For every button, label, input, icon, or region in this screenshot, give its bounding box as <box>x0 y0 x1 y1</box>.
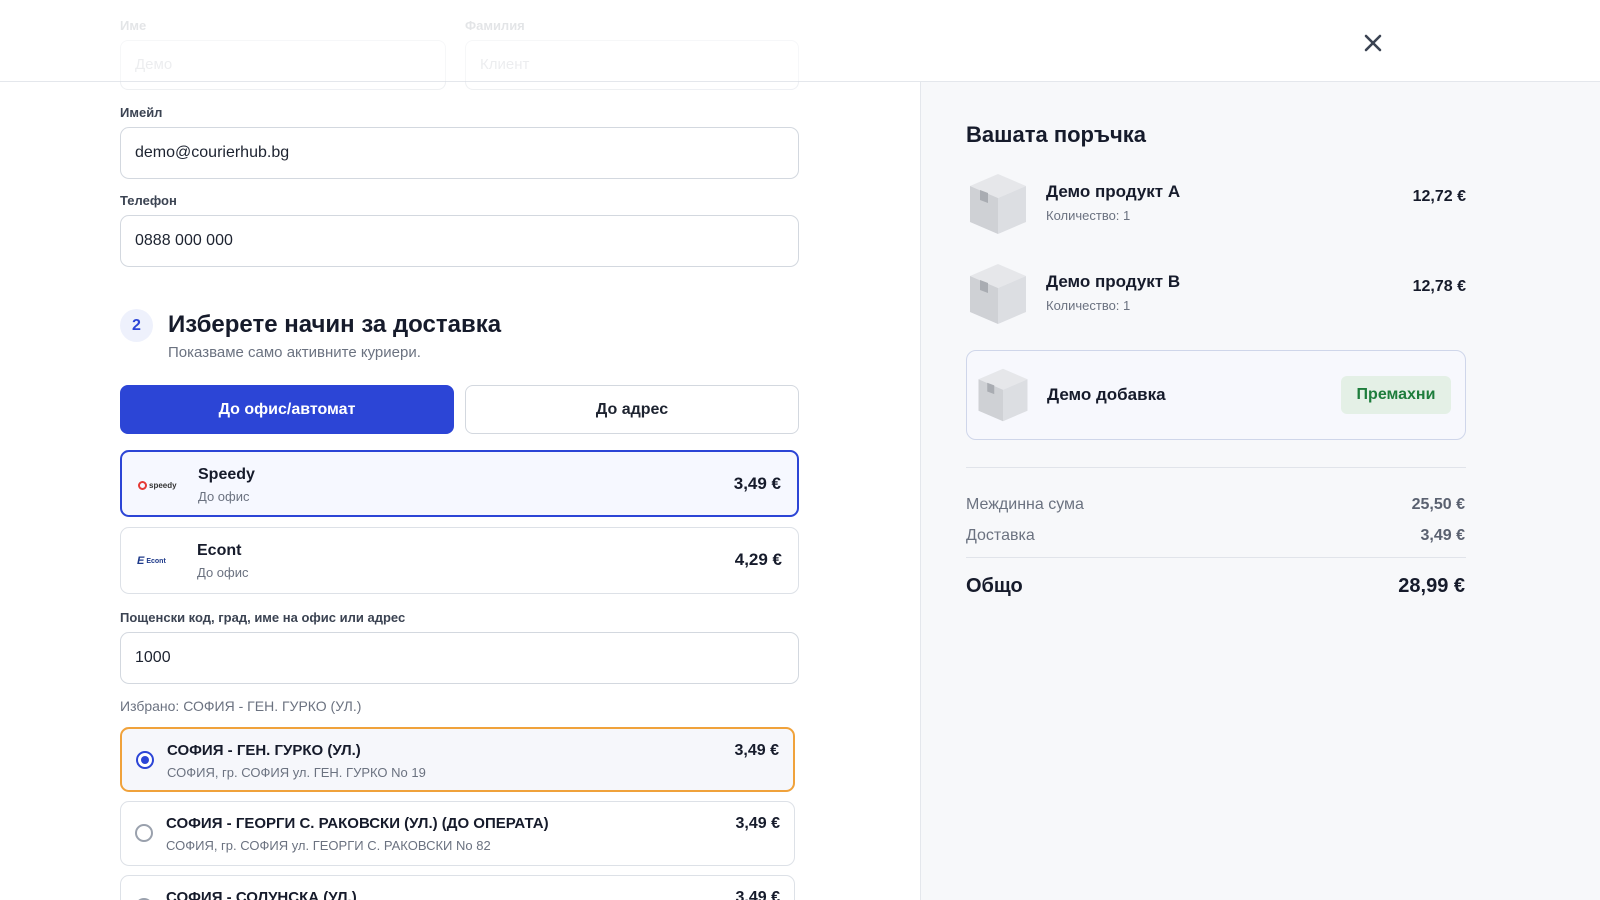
econt-logo-text: Econt <box>146 557 166 565</box>
office-search-input[interactable]: 1000 <box>120 632 799 684</box>
close-icon <box>1364 34 1382 52</box>
last-name-label: Фамилия <box>465 18 525 33</box>
product-box-icon <box>970 174 1026 234</box>
product-price: 12,72 € <box>1412 188 1466 205</box>
selected-office-note: Избрано: СОФИЯ - ГЕН. ГУРКО (УЛ.) <box>120 698 362 714</box>
step-number-badge: 2 <box>120 309 153 342</box>
first-name-label: Име <box>120 18 147 33</box>
phone-field[interactable]: 0888 000 000 <box>120 215 799 267</box>
order-item: Демо продукт B Количество: 1 12,78 € <box>966 260 1466 330</box>
office-option[interactable]: СОФИЯ - ГЕН. ГУРКО (УЛ.) СОФИЯ, гр. СОФИ… <box>120 727 795 792</box>
subtotal-label: Междинна сума <box>966 496 1084 513</box>
speedy-logo-mark <box>138 480 147 490</box>
courier-price: 3,49 € <box>733 474 781 493</box>
product-name: Демо продукт A <box>1046 182 1181 201</box>
office-address: СОФИЯ, гр. СОФИЯ ул. ГЕН. ГУРКО No 19 <box>167 765 426 780</box>
courier-name: Speedy <box>198 466 255 483</box>
email-label: Имейл <box>120 105 163 120</box>
delivery-section-subtitle: Показваме само активните куриери. <box>168 344 421 361</box>
office-search-label: Пощенски код, град, име на офис или адре… <box>120 610 406 625</box>
product-quantity: Количество: 1 <box>1046 298 1131 313</box>
total-value: 28,99 € <box>1398 575 1465 597</box>
product-name: Демо продукт B <box>1046 272 1181 291</box>
courier-option-econt[interactable]: E Econt Econt До офис 4,29 € <box>120 527 799 594</box>
courier-option-speedy[interactable]: speedy Speedy До офис 3,49 € <box>120 450 799 517</box>
first-name-field[interactable]: Демо <box>120 40 446 90</box>
econt-logo: E Econt <box>137 551 181 571</box>
total-label: Общо <box>966 575 1023 597</box>
summary-divider <box>966 467 1466 468</box>
order-summary-panel: Вашата поръчка Демо продукт A Количество… <box>920 0 1600 900</box>
courier-name: Econt <box>197 542 242 559</box>
last-name-field[interactable]: Клиент <box>465 40 799 90</box>
radio-button[interactable] <box>135 824 153 842</box>
speedy-logo: speedy <box>138 475 182 495</box>
office-name: СОФИЯ - ГЕН. ГУРКО (УЛ.) <box>167 742 361 759</box>
top-bar: Име Демо Фамилия Клиент <box>0 0 1600 90</box>
product-quantity: Количество: 1 <box>1046 208 1131 223</box>
courier-delivery-type: До офис <box>198 489 250 504</box>
courier-price: 4,29 € <box>734 550 782 569</box>
summary-divider <box>966 557 1466 558</box>
office-name: СОФИЯ - СОЛУНСКА (УЛ.) <box>166 889 357 900</box>
addon-box-icon <box>978 368 1028 422</box>
order-addon: Демо добавка Премахни <box>966 350 1466 440</box>
checkout-form: Име Демо Фамилия Клиент Имейл demo@couri… <box>0 0 920 900</box>
close-button[interactable] <box>1358 28 1388 58</box>
office-option[interactable]: СОФИЯ - ГЕОРГИ С. РАКОВСКИ (УЛ.) (ДО ОПЕ… <box>120 801 795 866</box>
speedy-logo-text: speedy <box>149 480 177 490</box>
addon-name: Демо добавка <box>1047 385 1166 404</box>
order-summary-title: Вашата поръчка <box>966 122 1147 147</box>
courier-delivery-type: До офис <box>197 565 249 580</box>
delivery-section-title: Изберете начин за доставка <box>168 311 502 338</box>
office-name: СОФИЯ - ГЕОРГИ С. РАКОВСКИ (УЛ.) (ДО ОПЕ… <box>166 815 549 832</box>
product-box-icon <box>970 264 1026 324</box>
office-address: СОФИЯ, гр. СОФИЯ ул. ГЕОРГИ С. РАКОВСКИ … <box>166 838 491 853</box>
name-row-under-bar: Име Демо Фамилия Клиент <box>120 0 800 90</box>
econt-logo-mark: E <box>137 555 145 567</box>
subtotal-value: 25,50 € <box>1411 496 1465 513</box>
product-price: 12,78 € <box>1412 278 1466 295</box>
office-price: 3,49 € <box>735 889 780 900</box>
tab-address[interactable]: До адрес <box>465 385 799 434</box>
office-price: 3,49 € <box>734 742 779 759</box>
shipping-label: Доставка <box>966 527 1035 544</box>
office-price: 3,49 € <box>735 815 780 832</box>
remove-addon-button[interactable]: Премахни <box>1341 376 1451 414</box>
office-option[interactable]: СОФИЯ - СОЛУНСКА (УЛ.) 3,49 € <box>120 875 795 900</box>
email-field[interactable]: demo@courierhub.bg <box>120 127 799 179</box>
radio-button-selected[interactable] <box>136 751 154 769</box>
phone-label: Телефон <box>120 193 177 208</box>
order-item: Демо продукт A Количество: 1 12,72 € <box>966 170 1466 240</box>
shipping-value: 3,49 € <box>1420 527 1465 544</box>
tab-office-locker[interactable]: До офис/автомат <box>120 385 454 434</box>
